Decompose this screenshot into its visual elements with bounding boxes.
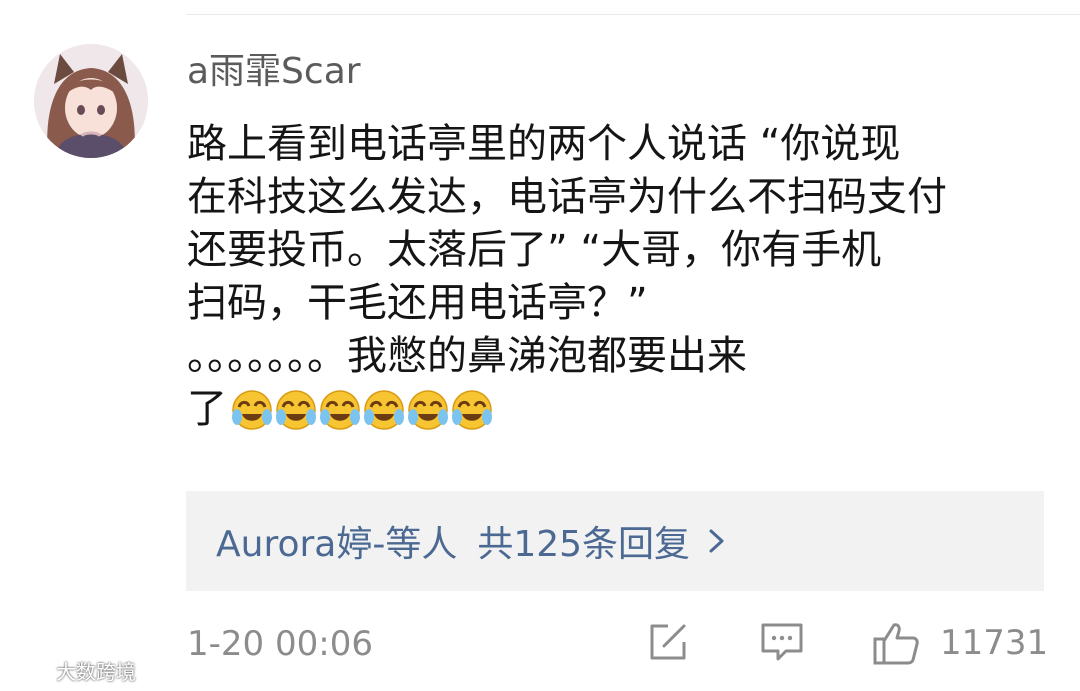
like-button[interactable]: 11731 [872,620,1048,666]
chevron-right-icon [706,526,728,556]
watermark-text: 大数跨境 [56,660,136,684]
timestamp: 1-20 00:06 [187,624,373,664]
comment-card: a雨霏Scar 路上看到电话亭里的两个人说话 “你说现 在科技这么发达，电话亭为… [0,0,1080,691]
reply-author-link[interactable]: Aurora婷-等人 [216,515,457,567]
username[interactable]: a雨霏Scar [187,50,361,94]
watermark-logo-icon [6,657,52,685]
crying-laughing-emoji-icon [319,389,361,431]
anime-girl-avatar-icon [34,44,148,158]
thumbs-up-icon [873,623,919,665]
comment-line: 。。。。。。。我憋的鼻涕泡都要出来 [187,333,747,379]
comment-line: 路上看到电话亭里的两个人说话 “你说现 [187,121,901,167]
crying-laughing-emoji-icon [407,389,449,431]
comment-bubble-icon [761,623,803,661]
crying-laughing-emoji-icon [231,389,273,431]
crying-laughing-emoji-icon [275,389,317,431]
replies-summary-button[interactable]: Aurora婷-等人 共125条回复 [186,491,1044,591]
emoji-row [231,389,493,431]
crying-laughing-emoji-icon [451,389,493,431]
like-count: 11731 [940,623,1049,663]
comment-text: 路上看到电话亭里的两个人说话 “你说现 在科技这么发达，电话亭为什么不扫码支付 … [187,118,1047,436]
edit-share-icon [650,624,686,660]
watermark: 大数跨境 [6,656,136,685]
comment-line: 在科技这么发达，电话亭为什么不扫码支付 [187,174,947,220]
avatar[interactable] [34,44,148,158]
reply-count[interactable]: 共125条回复 [477,515,690,567]
reply-button[interactable] [758,620,806,664]
comment-line: 还要投币。太落后了” “大哥，你有手机 [187,227,882,273]
comment-line-text: 了 [187,386,227,432]
comment-line: 了 [187,383,1047,436]
crying-laughing-emoji-icon [363,389,405,431]
share-button[interactable] [646,620,690,664]
comment-line: 扫码，干毛还用电话亭？” [187,280,648,326]
divider [186,14,1080,15]
